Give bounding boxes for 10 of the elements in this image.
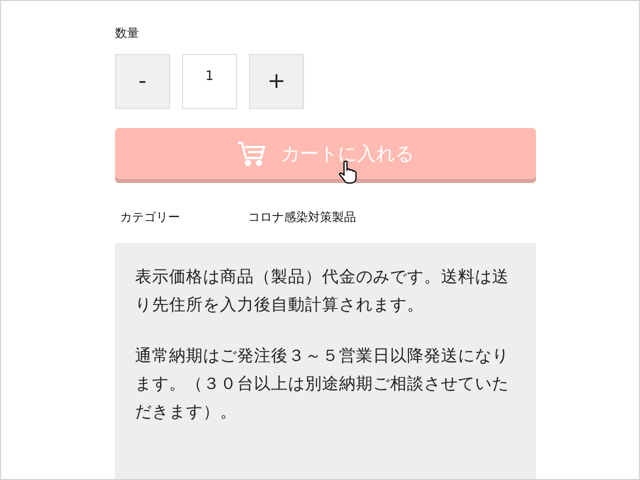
quantity-field[interactable]: 1	[182, 54, 237, 109]
increment-button[interactable]: +	[249, 54, 304, 109]
decrement-button[interactable]: -	[115, 54, 170, 109]
category-label: カテゴリー	[119, 209, 181, 226]
quantity-label: 数量	[115, 25, 140, 42]
notice-text: 表示価格は商品（製品）代金のみです。送料は送り先住所を入力後自動計算されます。	[135, 266, 510, 316]
cart-icon	[237, 140, 267, 166]
category-value: コロナ感染対策製品	[248, 209, 356, 226]
hand-cursor-icon	[339, 160, 357, 184]
notice-text: 通常納期はご発注後３～５営業日以降発送になります。（３０台以上は別途納期ご相談させていただきます）。	[135, 345, 510, 423]
